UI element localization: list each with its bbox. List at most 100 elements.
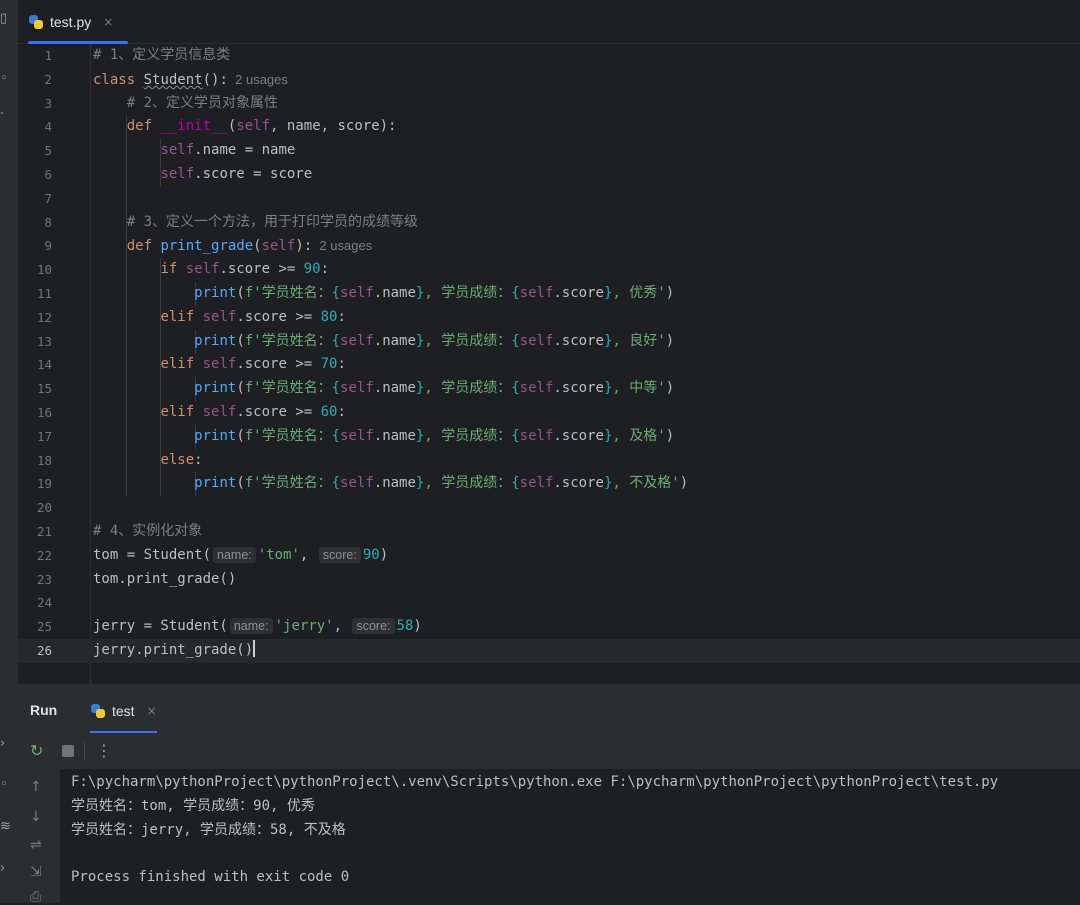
code-text: elif self.score >= 70: xyxy=(160,356,346,373)
line-number: 5 xyxy=(44,143,52,159)
code-text: print(f'学员姓名：{self.name}, 学员成绩：{self.sco… xyxy=(194,427,675,444)
code-text: print(f'学员姓名：{self.name}, 学员成绩：{self.sco… xyxy=(194,380,675,397)
code-line[interactable]: 17 print(f'学员姓名：{self.name}, 学员成绩：{self.… xyxy=(18,425,1080,449)
code-line[interactable]: 15 print(f'学员姓名：{self.name}, 学员成绩：{self.… xyxy=(18,377,1080,401)
code-text: # 4、实例化对象 xyxy=(93,523,203,539)
terminal-tool-icon[interactable]: › xyxy=(0,862,10,876)
code-line[interactable]: 4 def __init__(self, name, score): xyxy=(18,115,1080,139)
left-tool-strip: ▯ ◦ · › ◦ ≋ › xyxy=(0,0,18,903)
close-run-tab-icon[interactable]: × xyxy=(147,704,157,718)
code-text: tom.print_grade() xyxy=(93,570,237,587)
code-line[interactable]: 16 elif self.score >= 60: xyxy=(18,401,1080,425)
code-line[interactable]: 6 self.score = score xyxy=(18,163,1080,187)
code-text: print(f'学员姓名：{self.name}, 学员成绩：{self.sco… xyxy=(194,475,689,492)
console-side-toolbar: ↑ ↓ ⇌ ⇲ ⎙ xyxy=(18,769,60,905)
line-number: 3 xyxy=(44,95,52,111)
line-number: 26 xyxy=(36,643,52,658)
code-line[interactable]: 10 if self.score >= 90: xyxy=(18,258,1080,282)
code-line[interactable]: 20 xyxy=(18,496,1080,520)
line-number: 1 xyxy=(44,48,52,63)
close-tab-icon[interactable]: × xyxy=(103,15,113,29)
code-line[interactable]: 12 elif self.score >= 80: xyxy=(18,306,1080,330)
run-panel-header: Run test × xyxy=(18,688,1080,733)
run-console[interactable]: ↑ ↓ ⇌ ⇲ ⎙ F:\pycharm\pythonProject\pytho… xyxy=(18,769,1080,905)
code-editor[interactable]: 1 # 1、定义学员信息类 2 class Student(): 2 usages 3 … xyxy=(18,44,1080,684)
code-text: def print_grade(self): 2 usages xyxy=(126,238,373,255)
code-text: jerry = Student(name:'jerry', score: 58) xyxy=(93,618,422,635)
code-line[interactable]: 7 xyxy=(18,187,1080,211)
python-file-icon xyxy=(28,14,44,30)
python-run-icon xyxy=(90,703,106,719)
line-number: 24 xyxy=(36,595,52,611)
run-tab-test[interactable]: test × xyxy=(90,688,157,733)
code-line[interactable]: 5 self.name = name xyxy=(18,139,1080,163)
run-tool-icon[interactable]: › xyxy=(0,737,10,751)
code-text: print(f'学员姓名：{self.name}, 学员成绩：{self.sco… xyxy=(194,285,675,301)
stop-icon[interactable] xyxy=(62,745,74,757)
line-number: 25 xyxy=(36,619,52,635)
line-number: 19 xyxy=(36,476,52,492)
arrow-down-icon[interactable]: ↓ xyxy=(30,809,42,825)
code-text: def __init__(self, name, score): xyxy=(126,118,397,135)
rerun-icon[interactable]: ↻ xyxy=(30,741,43,760)
line-number: 15 xyxy=(36,381,52,397)
more-options-icon[interactable]: ⋮ xyxy=(96,741,112,760)
code-text: if self.score >= 90: xyxy=(160,261,330,278)
code-line[interactable]: 13 print(f'学员姓名：{self.name}, 学员成绩：{self.… xyxy=(18,330,1080,354)
code-text: print(f'学员姓名：{self.name}, 学员成绩：{self.sco… xyxy=(194,332,675,349)
line-number: 23 xyxy=(36,571,52,587)
code-line[interactable]: 18 else: xyxy=(18,449,1080,473)
code-text: jerry.print_grade() xyxy=(93,640,256,658)
line-number: 10 xyxy=(36,262,52,278)
code-text: elif self.score >= 80: xyxy=(160,308,346,325)
line-number: 2 xyxy=(44,71,52,87)
layers-tool-icon[interactable]: ≋ xyxy=(0,820,11,834)
code-text: # 2、定义学员对象属性 xyxy=(126,94,279,111)
tab-label: test.py xyxy=(50,13,92,30)
tab-test-py[interactable]: test.py × xyxy=(28,0,128,44)
line-number: 13 xyxy=(36,333,52,349)
line-number: 7 xyxy=(44,190,52,206)
code-text: class Student(): 2 usages xyxy=(93,71,288,88)
code-line[interactable]: 21 # 4、实例化对象 xyxy=(18,520,1080,544)
code-line[interactable]: 25 jerry = Student(name:'jerry', score: 58… xyxy=(18,615,1080,639)
line-number: 8 xyxy=(44,214,52,230)
code-text: # 1、定义学员信息类 xyxy=(93,47,231,63)
line-number: 4 xyxy=(44,119,52,135)
code-text: else: xyxy=(160,451,203,468)
line-number: 20 xyxy=(36,500,52,516)
project-tool-icon[interactable]: ▯ xyxy=(0,12,10,26)
line-number: 18 xyxy=(36,452,52,468)
code-line[interactable]: 14 elif self.score >= 70: xyxy=(18,353,1080,377)
soft-wrap-icon[interactable]: ⇌ xyxy=(30,837,42,853)
code-line[interactable]: 22 tom = Student(name:'tom', score: 90) xyxy=(18,544,1080,568)
line-number: 9 xyxy=(44,238,52,254)
scroll-to-end-icon[interactable]: ⇲ xyxy=(30,864,42,880)
python-packages-icon[interactable]: ◦ xyxy=(0,778,10,792)
code-text: self.name = name xyxy=(160,142,296,159)
code-line[interactable]: 8 # 3、定义一个方法，用于打印学员的成绩等级 xyxy=(18,211,1080,235)
code-line[interactable]: 9 def print_grade(self): 2 usages xyxy=(18,234,1080,258)
code-line[interactable]: 3 # 2、定义学员对象属性 xyxy=(18,92,1080,116)
code-line[interactable]: 11 print(f'学员姓名：{self.name}, 学员成绩：{self.… xyxy=(18,282,1080,306)
arrow-up-icon[interactable]: ↑ xyxy=(30,779,42,795)
code-line[interactable]: 24 xyxy=(18,591,1080,615)
line-number: 14 xyxy=(36,357,52,373)
code-line[interactable]: 23 tom.print_grade() xyxy=(18,568,1080,592)
line-number: 21 xyxy=(36,524,52,539)
line-number: 6 xyxy=(44,167,52,182)
code-line[interactable]: 26 jerry.print_grade() xyxy=(18,639,1080,663)
editor-tab-bar: test.py × xyxy=(18,0,1080,44)
console-output: F:\pycharm\pythonProject\pythonProject\.… xyxy=(71,774,999,886)
code-text: elif self.score >= 60: xyxy=(160,404,346,420)
toolbar-separator xyxy=(84,741,85,761)
code-line[interactable]: 1 # 1、定义学员信息类 xyxy=(18,44,1080,68)
more-tool-icon[interactable]: · xyxy=(0,108,10,122)
vcs-tool-icon[interactable]: ◦ xyxy=(0,72,10,86)
code-text: tom = Student(name:'tom', score: 90) xyxy=(93,546,389,563)
run-tab-label: test xyxy=(112,702,135,719)
line-number: 22 xyxy=(36,547,52,563)
code-line[interactable]: 2 class Student(): 2 usages xyxy=(18,68,1080,92)
code-line[interactable]: 19 print(f'学员姓名：{self.name}, 学员成绩：{self.… xyxy=(18,472,1080,496)
line-number: 11 xyxy=(36,286,52,301)
